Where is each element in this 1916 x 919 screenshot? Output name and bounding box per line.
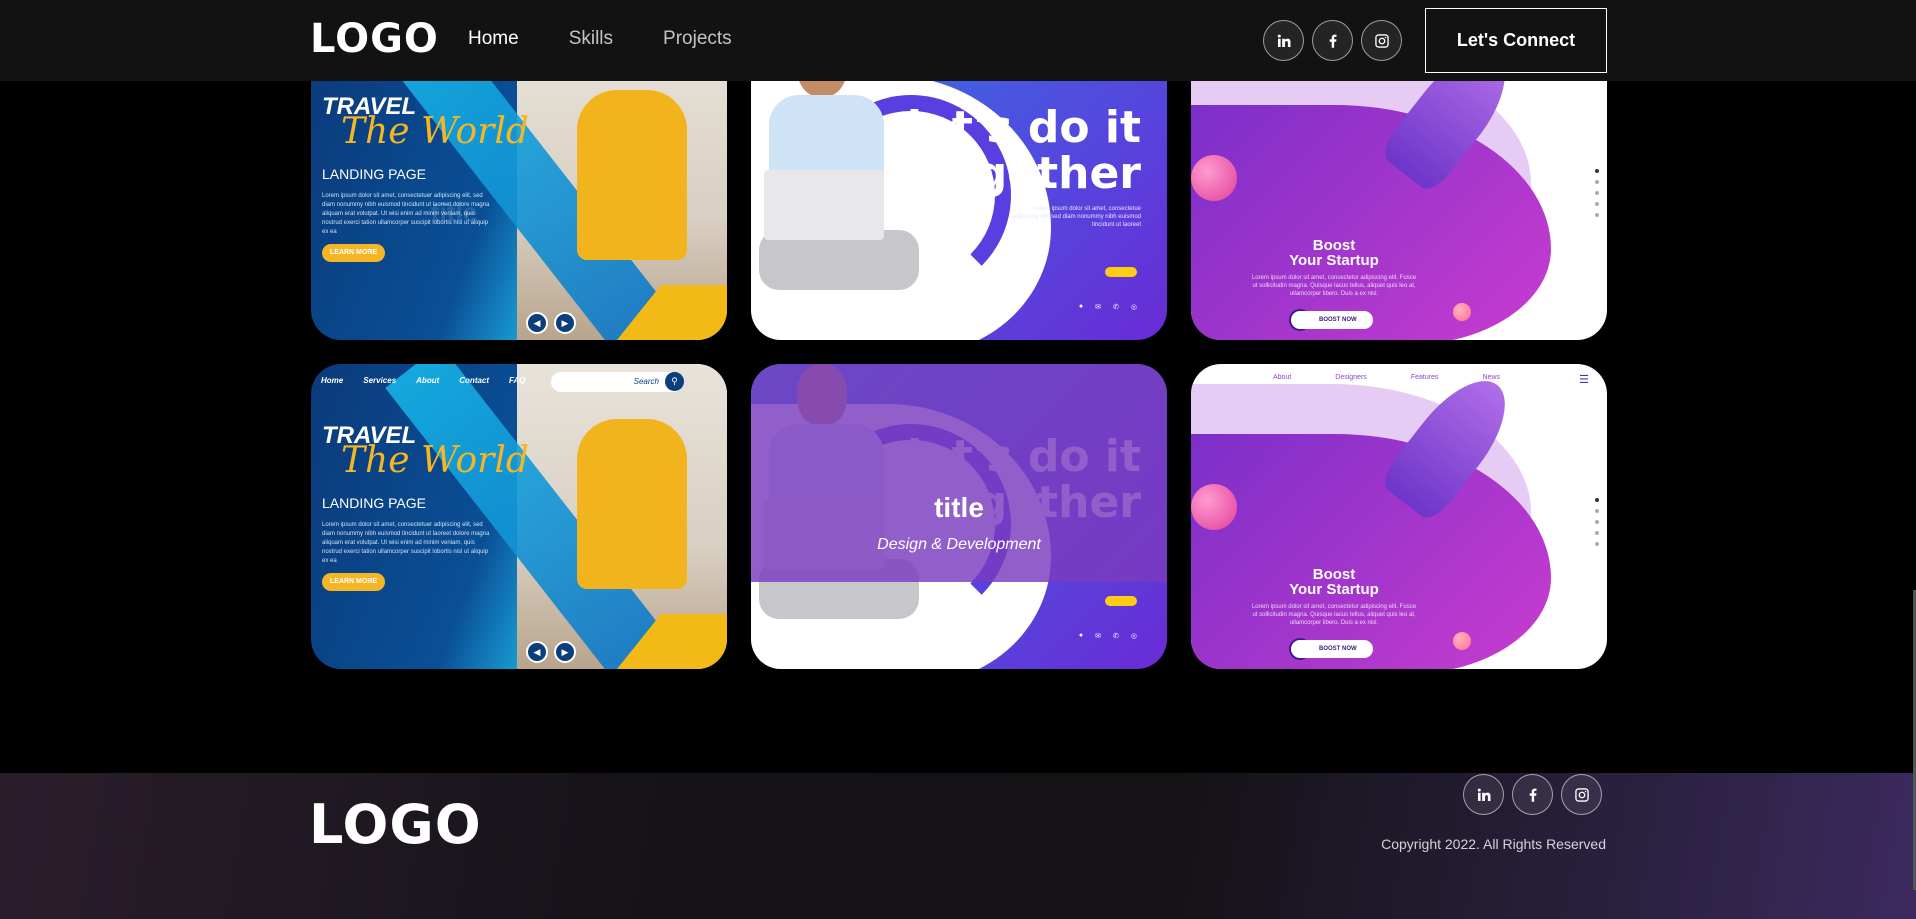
nav-link-skills[interactable]: Skills bbox=[569, 28, 613, 50]
phone-icon: ✆ bbox=[1113, 304, 1119, 311]
planet-icon bbox=[1191, 155, 1237, 201]
startup-headline-line1: Boost bbox=[1312, 566, 1356, 583]
search-icon[interactable]: ⚲ bbox=[665, 372, 684, 391]
together-cta-pill[interactable] bbox=[1105, 596, 1137, 606]
chevron-right-icon[interactable]: ▶ bbox=[554, 641, 576, 663]
traveler-figure bbox=[577, 419, 687, 589]
mini-nav-features[interactable]: Features bbox=[1411, 374, 1439, 381]
together-contact-icons: ● ✉ ✆ ◎ bbox=[1079, 303, 1137, 311]
nav-link-home[interactable]: Home bbox=[468, 28, 519, 50]
travel-subtitle: LANDING PAGE bbox=[322, 495, 426, 511]
footer-logo[interactable]: LOGO bbox=[309, 793, 482, 856]
project-card-startup-2[interactable]: About Designers Features News ☰ Boost Yo… bbox=[1191, 364, 1607, 669]
mail-icon: ✉ bbox=[1095, 633, 1102, 640]
startup-mini-nav: About Designers Features News bbox=[1273, 374, 1500, 381]
location-icon: ● bbox=[1078, 632, 1084, 639]
nav-link-projects[interactable]: Projects bbox=[663, 28, 732, 50]
facebook-icon[interactable] bbox=[1512, 774, 1553, 815]
project-card-together-hover[interactable]: let's do it together ●✉✆◎ title Design &… bbox=[751, 364, 1167, 669]
chevron-left-icon[interactable]: ◀ bbox=[526, 312, 548, 334]
overlay-title: title bbox=[934, 492, 984, 523]
mini-nav-about[interactable]: About bbox=[416, 376, 439, 385]
linkedin-icon[interactable] bbox=[1463, 774, 1504, 815]
mini-nav-news[interactable]: News bbox=[1482, 374, 1500, 381]
navbar: LOGO Home Skills Projects Let's Connect bbox=[0, 0, 1916, 81]
lets-connect-button[interactable]: Let's Connect bbox=[1425, 8, 1607, 73]
together-body: Lorem ipsum dolor sit amet, consectetue … bbox=[1011, 206, 1141, 228]
travel-title-line2: The World bbox=[341, 440, 529, 481]
startup-body: Lorem ipsum dolor sit amet, consectetur … bbox=[1251, 275, 1417, 297]
mini-nav-home[interactable]: Home bbox=[321, 376, 343, 385]
project-hover-overlay[interactable]: title Design & Development bbox=[751, 364, 1167, 582]
travel-title-line2: The World bbox=[341, 111, 529, 152]
moon-icon bbox=[1453, 632, 1471, 650]
mail-icon: ✉ bbox=[1095, 304, 1102, 311]
web-icon: ◎ bbox=[1130, 633, 1137, 640]
together-headline-line2: together bbox=[924, 148, 1142, 199]
travel-subtitle: LANDING PAGE bbox=[322, 166, 426, 182]
boost-now-button[interactable]: BOOST NOW bbox=[1291, 640, 1373, 658]
overlay-subtitle: Design & Development bbox=[877, 536, 1041, 553]
travel-body: Lorem ipsum dolor sit amet, consectetuer… bbox=[322, 522, 490, 564]
boost-now-button[interactable]: BOOST NOW bbox=[1291, 311, 1373, 329]
chevron-right-icon[interactable]: ▶ bbox=[554, 312, 576, 334]
travel-carousel-arrows: ◀ ▶ bbox=[526, 312, 576, 334]
startup-headline-line2: Your Startup bbox=[1289, 252, 1379, 269]
web-icon: ◎ bbox=[1130, 304, 1137, 311]
nav-links: Home Skills Projects bbox=[468, 28, 732, 50]
together-headline-line1: let's do it bbox=[906, 102, 1141, 153]
hamburger-menu-icon[interactable]: ☰ bbox=[1579, 373, 1589, 386]
mini-nav-designers[interactable]: Designers bbox=[1335, 374, 1367, 381]
together-cta-pill[interactable] bbox=[1105, 267, 1137, 277]
mini-search-input[interactable]: Search bbox=[551, 372, 683, 392]
startup-headline-line2: Your Startup bbox=[1289, 581, 1379, 598]
traveler-figure bbox=[577, 90, 687, 260]
slider-dots bbox=[1595, 169, 1599, 217]
nav-logo[interactable]: LOGO bbox=[310, 16, 439, 62]
together-contact-icons: ● ✉ ✆ ◎ bbox=[1079, 632, 1137, 640]
startup-headline-line1: Boost bbox=[1312, 237, 1356, 254]
instagram-icon[interactable] bbox=[1361, 20, 1402, 61]
mini-nav-contact[interactable]: Contact bbox=[459, 376, 489, 385]
learn-more-button[interactable]: LEARN MORE bbox=[322, 244, 386, 262]
mini-nav-faq[interactable]: FAQ bbox=[509, 376, 525, 385]
linkedin-icon[interactable] bbox=[1263, 20, 1304, 61]
chevron-left-icon[interactable]: ◀ bbox=[526, 641, 548, 663]
facebook-icon[interactable] bbox=[1312, 20, 1353, 61]
ghost-title: title bbox=[431, 197, 478, 227]
planet-icon bbox=[1191, 484, 1237, 530]
instagram-icon[interactable] bbox=[1561, 774, 1602, 815]
moon-icon bbox=[1453, 303, 1471, 321]
learn-more-button[interactable]: LEARN MORE bbox=[322, 573, 386, 591]
project-card-travel-2[interactable]: Home Services About Contact FAQ Search ⚲… bbox=[311, 364, 727, 669]
travel-mini-nav: Home Services About Contact FAQ bbox=[321, 376, 526, 385]
mini-nav-about[interactable]: About bbox=[1273, 374, 1291, 381]
copyright-text: Copyright 2022. All Rights Reserved bbox=[1381, 836, 1606, 852]
phone-icon: ✆ bbox=[1113, 633, 1119, 640]
travel-carousel-arrows: ◀ ▶ bbox=[526, 641, 576, 663]
startup-body: Lorem ipsum dolor sit amet, consectetur … bbox=[1251, 604, 1417, 626]
mini-nav-services[interactable]: Services bbox=[363, 376, 396, 385]
location-icon: ● bbox=[1078, 303, 1084, 310]
footer: LOGO Copyright 2022. All Rights Reserved bbox=[0, 773, 1916, 919]
nav-social-icons bbox=[1263, 20, 1402, 61]
slider-dots bbox=[1595, 498, 1599, 546]
footer-social-icons bbox=[1463, 774, 1602, 815]
